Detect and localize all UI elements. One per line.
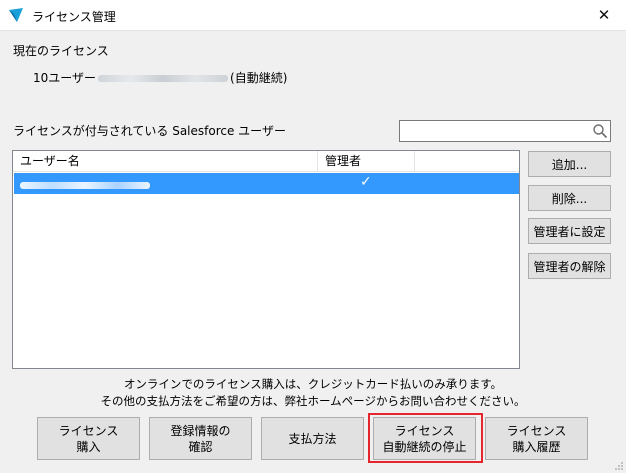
set-admin-button[interactable]: 管理者に設定	[528, 218, 611, 244]
purchase-license-button[interactable]: ライセンス 購入	[37, 417, 140, 460]
license-count: 10ユーザー	[33, 71, 97, 85]
highlight-box	[368, 413, 483, 463]
payment-note-line-1: オンラインでのライセンス購入は、クレジットカード払いのみ承ります。	[123, 377, 503, 391]
close-icon: ✕	[597, 6, 611, 24]
licensed-users-label: ライセンスが付与されている Salesforce ユーザー	[13, 124, 286, 138]
users-table[interactable]: ユーザー名 管理者 ✓	[12, 150, 520, 369]
license-renewal-status: (自動継続)	[230, 71, 288, 85]
button-label-line2: 購入履歴	[512, 439, 561, 454]
button-label-line1: 支払方法	[288, 431, 337, 446]
current-license-value: 10ユーザー (自動継続)	[33, 69, 287, 86]
button-label-line1: 登録情報の	[170, 423, 231, 438]
redacted-username	[20, 182, 150, 189]
button-label-line1: ライセンス	[506, 423, 567, 438]
button-label-line1: ライセンス	[58, 423, 119, 438]
payment-note-line-2: その他の支払方法をご希望の方は、弊社ホームページからお問い合わせください。	[100, 394, 526, 408]
title-bar: ライセンス管理 ✕	[0, 0, 626, 31]
payment-method-button[interactable]: 支払方法	[261, 417, 364, 460]
add-user-button[interactable]: 追加...	[528, 151, 611, 177]
resize-grip-icon[interactable]	[614, 461, 624, 471]
check-registration-button[interactable]: 登録情報の 確認	[149, 417, 252, 460]
redacted-license-name	[98, 75, 229, 82]
username-cell	[18, 178, 152, 192]
column-header-admin[interactable]: 管理者	[318, 151, 415, 171]
table-row[interactable]: ✓	[14, 173, 519, 194]
delete-user-button[interactable]: 削除...	[528, 185, 611, 211]
admin-check-icon: ✓	[360, 174, 372, 190]
purchase-history-button[interactable]: ライセンス 購入履歴	[485, 417, 588, 460]
app-logo-icon	[9, 8, 23, 22]
column-header-username[interactable]: ユーザー名	[13, 151, 318, 171]
remove-admin-button[interactable]: 管理者の解除	[528, 253, 611, 279]
current-license-heading: 現在のライセンス	[13, 44, 109, 58]
user-search-input[interactable]	[399, 120, 611, 142]
table-header: ユーザー名 管理者	[13, 151, 519, 172]
window-title: ライセンス管理	[32, 10, 116, 24]
button-label-line2: 購入	[76, 439, 101, 454]
close-button[interactable]: ✕	[582, 0, 626, 30]
button-label-line2: 確認	[188, 439, 213, 454]
search-icon	[593, 124, 608, 139]
